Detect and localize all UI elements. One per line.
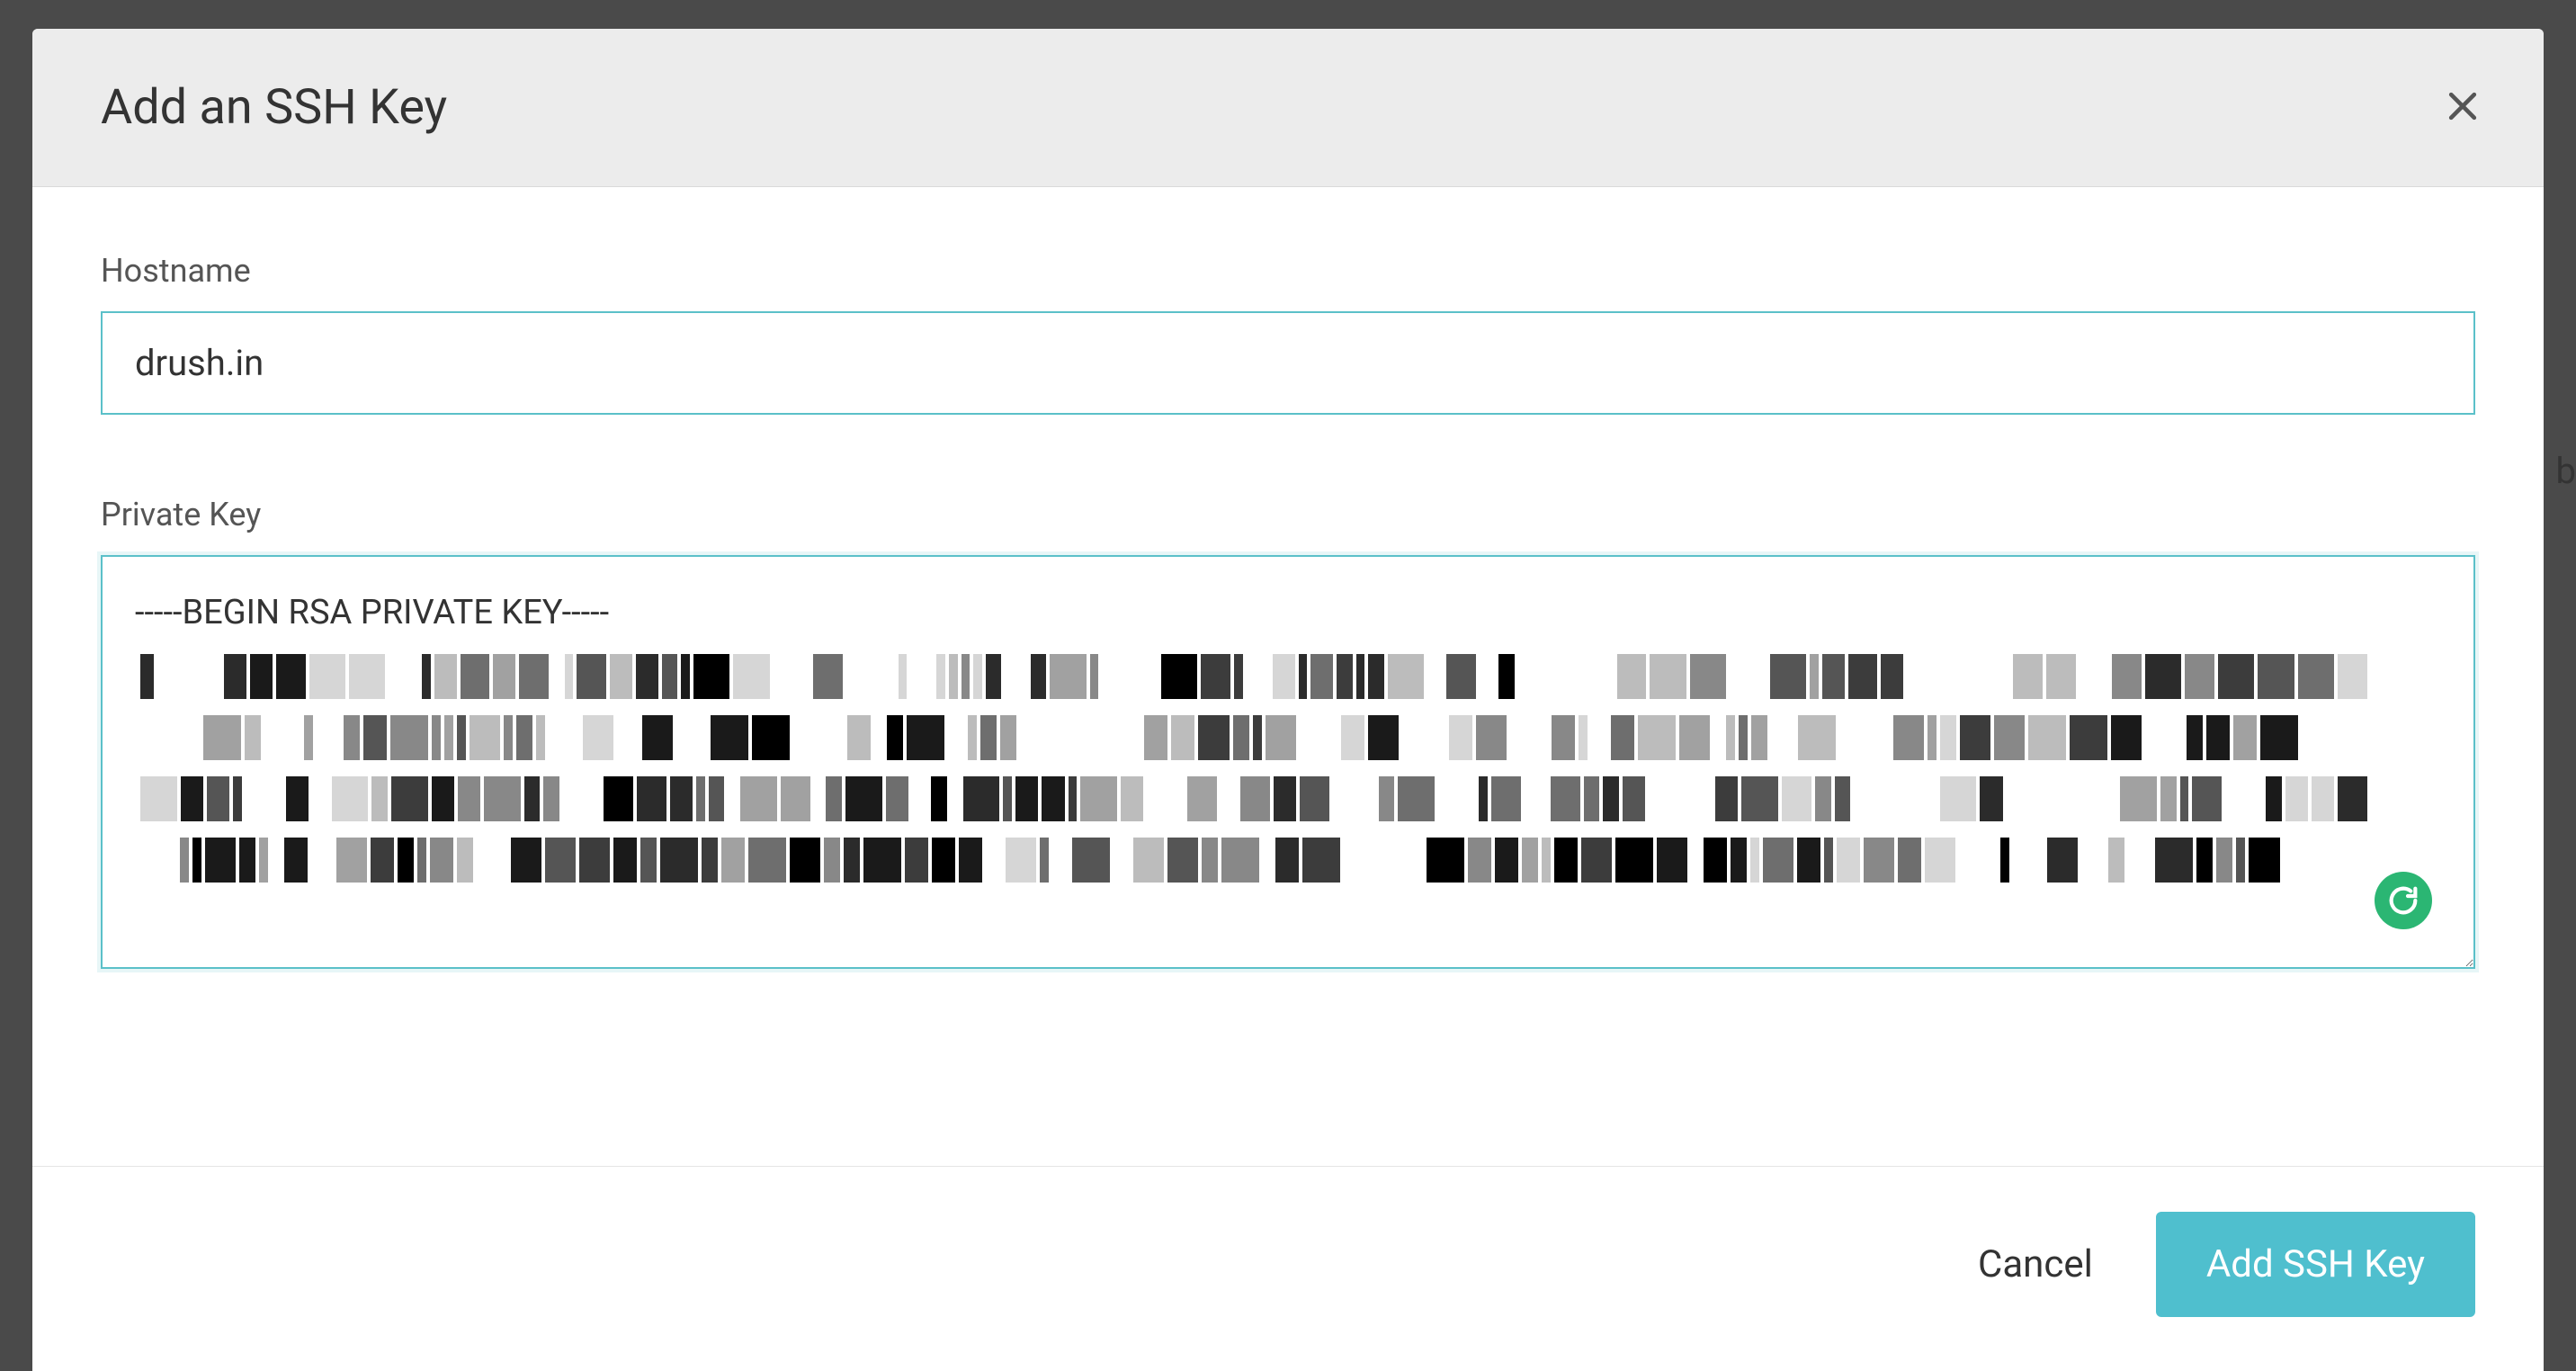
obscured-background-text: b [2556, 450, 2576, 492]
private-key-wrap [101, 555, 2475, 972]
hostname-field-group: Hostname [101, 252, 2475, 415]
modal-footer: Cancel Add SSH Key [32, 1166, 2544, 1371]
private-key-label: Private Key [101, 496, 2475, 533]
hostname-input[interactable] [101, 311, 2475, 415]
private-key-textarea[interactable] [101, 555, 2475, 969]
hostname-label: Hostname [101, 252, 2475, 290]
add-ssh-key-modal: Add an SSH Key Hostname Private Key [32, 29, 2544, 1371]
modal-body: Hostname Private Key [32, 187, 2544, 1166]
private-key-field-group: Private Key [101, 496, 2475, 972]
close-button[interactable] [2436, 79, 2490, 136]
modal-header: Add an SSH Key [32, 29, 2544, 187]
modal-title: Add an SSH Key [101, 79, 447, 136]
close-icon [2443, 86, 2482, 129]
cancel-button[interactable]: Cancel [1978, 1242, 2093, 1286]
add-ssh-key-button[interactable]: Add SSH Key [2156, 1212, 2475, 1317]
